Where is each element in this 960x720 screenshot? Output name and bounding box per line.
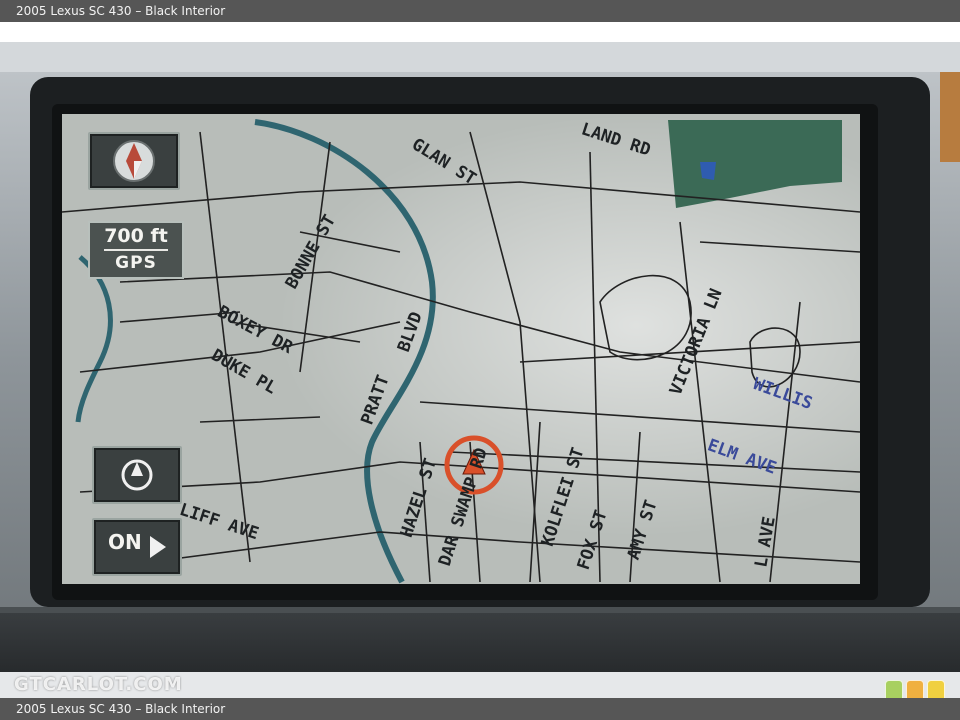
photo: GLAN ST LAND RD BONNE ST BOXEY DR DUKE P… xyxy=(0,22,960,698)
street-label: LAND RD xyxy=(578,119,653,161)
street-label: FOX ST xyxy=(573,507,612,573)
map-scale-indicator[interactable]: 700 ft GPS xyxy=(88,221,184,279)
watermark-dot xyxy=(906,680,924,698)
play-arrow-icon xyxy=(150,536,166,558)
watermark-dot xyxy=(927,680,945,698)
compass-icon xyxy=(113,140,155,182)
street-label: BLVD xyxy=(394,309,427,355)
street-label: L AVE xyxy=(751,515,780,569)
caption-title: 2005 Lexus SC 430 – Black Interior xyxy=(16,4,226,18)
compass-button[interactable] xyxy=(88,132,180,190)
scale-distance: 700 ft xyxy=(104,225,168,247)
watermark-logo xyxy=(885,680,948,698)
street-label: AMY ST xyxy=(623,497,662,563)
on-toggle-button[interactable]: ON xyxy=(92,518,182,576)
street-label: VICTORIA LN xyxy=(665,286,727,398)
street-label: HAZEL ST xyxy=(396,455,442,541)
street-label: PRATT xyxy=(357,372,394,428)
street-labels: GLAN ST LAND RD BONNE ST BOXEY DR DUKE P… xyxy=(0,22,960,698)
scale-rule xyxy=(104,249,168,251)
route-view-button[interactable] xyxy=(92,446,182,504)
top-caption-bar: 2005 Lexus SC 430 – Black Interior xyxy=(0,0,960,22)
street-label: GLAN ST xyxy=(408,134,480,190)
route-circle-icon xyxy=(121,459,153,491)
bottom-caption-bar: 2005 Lexus SC 430 – Black Interior xyxy=(0,698,960,720)
street-label: WILLIS xyxy=(750,374,815,414)
street-label: ELM AVE xyxy=(704,435,779,479)
caption-title: 2005 Lexus SC 430 – Black Interior xyxy=(16,702,226,716)
street-label: BONNE ST xyxy=(281,211,341,293)
street-label: KOLFLEI ST xyxy=(537,445,589,549)
watermark-dot xyxy=(885,680,903,698)
street-label: DUKE PL xyxy=(207,345,280,399)
street-label: LIFF AVE xyxy=(176,499,261,545)
street-label: DAR SWAMP RD xyxy=(434,445,492,569)
scale-mode: GPS xyxy=(115,253,157,273)
watermark-text: GTCARLOT.COM xyxy=(14,674,183,695)
